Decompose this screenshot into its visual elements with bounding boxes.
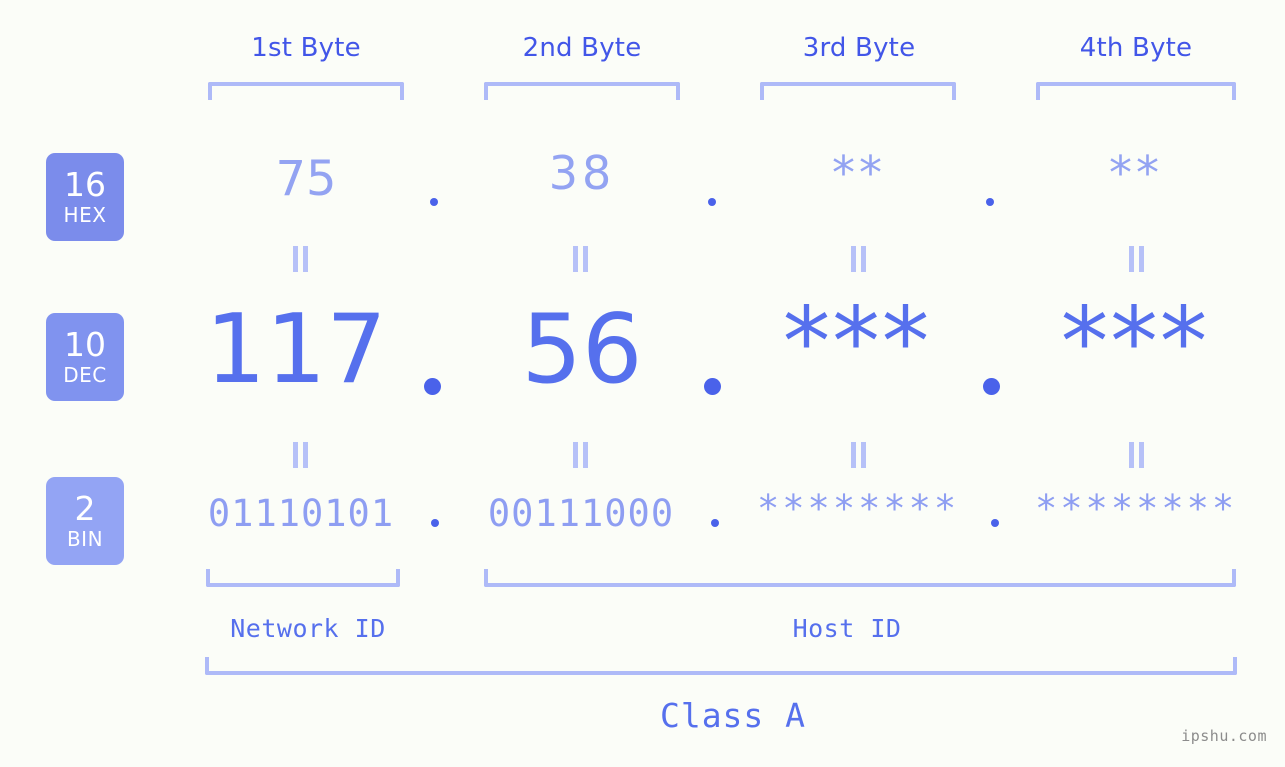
dec-separator-dot-2	[704, 378, 721, 395]
dec-byte-3: ***	[782, 288, 932, 398]
hex-byte-3: **	[832, 146, 886, 200]
dec-separator-dot-1	[424, 378, 441, 395]
dec-separator-dot-3	[983, 378, 1000, 395]
byte-bracket-top-3	[760, 82, 956, 100]
equals-icon-hex-dec-4	[1128, 246, 1146, 272]
radix-badge-dec-number: 10	[64, 325, 106, 365]
byte-header-4: 4th Byte	[1079, 33, 1193, 63]
byte-bracket-top-4	[1036, 82, 1236, 100]
byte-bracket-top-2	[484, 82, 680, 100]
hex-byte-2: 38	[548, 146, 616, 200]
radix-badge-dec: 10 DEC	[46, 313, 124, 401]
byte-bracket-top-1	[208, 82, 404, 100]
equals-icon-hex-dec-1	[292, 246, 310, 272]
hex-separator-dot-3	[986, 198, 994, 206]
bin-separator-dot-3	[991, 519, 999, 527]
equals-icon-dec-bin-2	[572, 442, 590, 468]
dec-byte-1: 117	[205, 295, 387, 405]
radix-badge-bin-number: 2	[74, 489, 96, 529]
byte-header-1: 1st Byte	[251, 33, 361, 63]
hex-separator-dot-1	[430, 198, 438, 206]
radix-badge-dec-system: DEC	[63, 362, 107, 387]
equals-icon-dec-bin-1	[292, 442, 310, 468]
byte-header-3: 3rd Byte	[802, 33, 916, 63]
dec-byte-2: 56	[521, 295, 643, 405]
equals-icon-hex-dec-3	[850, 246, 868, 272]
site-watermark: ipshu.com	[1181, 727, 1267, 745]
network-id-bracket	[206, 569, 400, 587]
hex-byte-4: **	[1109, 146, 1163, 200]
bin-separator-dot-1	[431, 519, 439, 527]
ip-byte-diagram: 16 HEX 10 DEC 2 BIN 1st Byte 2nd Byte 3r…	[0, 0, 1285, 767]
class-label: Class A	[659, 696, 807, 735]
equals-icon-hex-dec-2	[572, 246, 590, 272]
hex-byte-1: 75	[275, 151, 337, 207]
bin-byte-4: ********	[1035, 487, 1238, 530]
radix-badge-bin: 2 BIN	[46, 477, 124, 565]
network-id-label: Network ID	[230, 614, 386, 643]
radix-badge-bin-system: BIN	[66, 526, 104, 551]
host-id-label: Host ID	[792, 614, 902, 643]
hex-separator-dot-2	[708, 198, 716, 206]
radix-badge-hex: 16 HEX	[46, 153, 124, 241]
bin-byte-2: 00111000	[487, 492, 675, 535]
bin-separator-dot-2	[711, 519, 719, 527]
radix-badge-hex-number: 16	[64, 165, 106, 205]
bin-byte-1: 01110101	[207, 492, 395, 535]
equals-icon-dec-bin-4	[1128, 442, 1146, 468]
host-id-bracket	[484, 569, 1236, 587]
equals-icon-dec-bin-3	[850, 442, 868, 468]
class-bracket	[205, 657, 1237, 675]
byte-header-2: 2nd Byte	[522, 33, 642, 63]
radix-badge-hex-system: HEX	[63, 202, 107, 227]
dec-byte-4: ***	[1060, 288, 1210, 398]
bin-byte-3: ********	[757, 487, 960, 530]
